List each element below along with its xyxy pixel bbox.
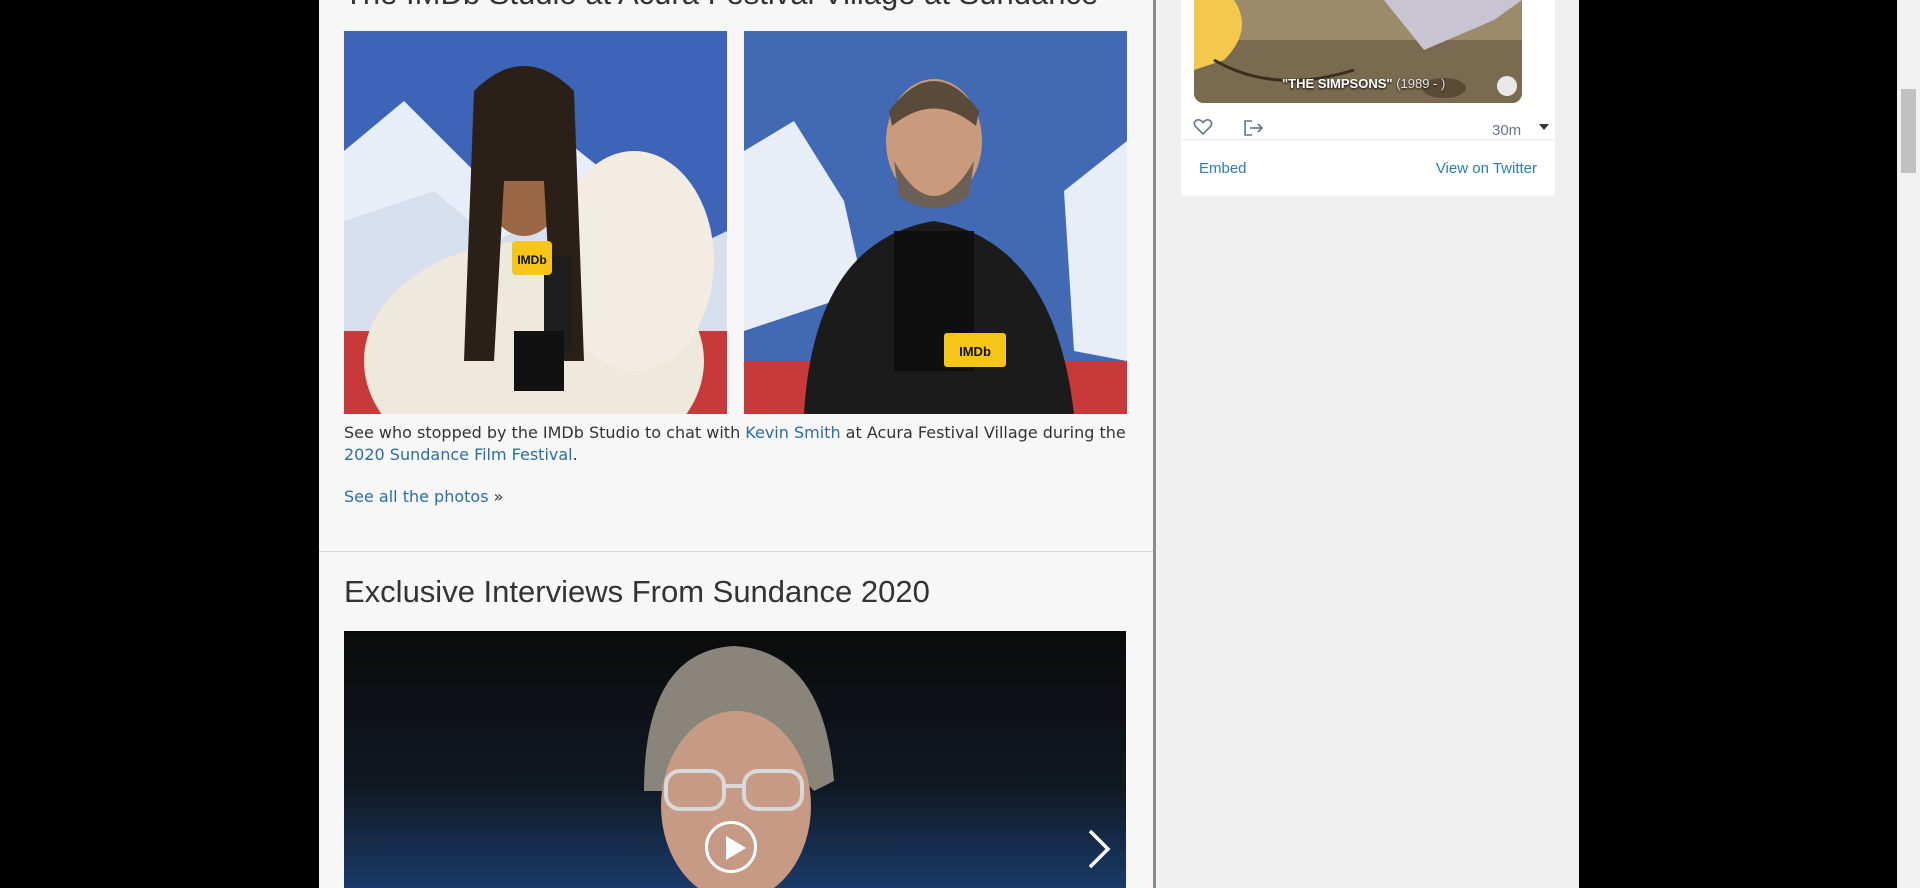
video-player[interactable] xyxy=(344,631,1126,888)
main-column: The IMDb Studio at Acura Festival Villag… xyxy=(319,0,1156,888)
twitter-embed: "THE SIMPSONS" (1989 - ) 30m Embed View … xyxy=(1181,0,1555,196)
tweet-media-title: "THE SIMPSONS" xyxy=(1282,76,1393,91)
heart-icon[interactable] xyxy=(1193,118,1213,140)
photo-tessa[interactable]: IMDb xyxy=(344,31,727,414)
tweet-media[interactable]: "THE SIMPSONS" (1989 - ) xyxy=(1194,0,1522,103)
caption-text-3: . xyxy=(572,445,578,464)
next-arrow-icon[interactable] xyxy=(1084,827,1114,871)
caret-down-icon[interactable] xyxy=(1539,124,1549,130)
tweet-actions: 30m xyxy=(1181,118,1555,140)
page: The IMDb Studio at Acura Festival Villag… xyxy=(319,0,1579,888)
kevin-smith-link[interactable]: Kevin Smith xyxy=(745,423,840,442)
caption-text-1: See who stopped by the IMDb Studio to ch… xyxy=(344,423,746,442)
section-divider xyxy=(319,551,1153,552)
embed-link[interactable]: Embed xyxy=(1199,160,1247,177)
scrollbar-thumb[interactable] xyxy=(1901,89,1916,173)
play-button[interactable] xyxy=(705,821,757,873)
caption-text-2: at Acura Festival Village during the xyxy=(840,423,1126,442)
interviews-title: Exclusive Interviews From Sundance 2020 xyxy=(344,574,930,609)
tweet-timestamp[interactable]: 30m xyxy=(1492,122,1521,139)
see-all-photos: See all the photos » xyxy=(344,486,503,508)
see-all-arrow: » xyxy=(488,487,504,506)
article-title: The IMDb Studio at Acura Festival Villag… xyxy=(344,0,1098,12)
photo-1-mic-label: IMDb xyxy=(517,253,546,267)
photo-1-image: IMDb xyxy=(344,31,727,414)
sundance-festival-link[interactable]: 2020 Sundance Film Festival xyxy=(344,445,573,464)
share-icon[interactable] xyxy=(1243,119,1265,141)
photo-2-mic-label: IMDb xyxy=(959,344,991,359)
network-logo-icon xyxy=(1497,76,1517,96)
tweet-media-caption: "THE SIMPSONS" (1989 - ) xyxy=(1282,76,1445,91)
tweet-media-years: (1989 - ) xyxy=(1392,76,1446,91)
photo-jude[interactable]: IMDb xyxy=(744,31,1127,414)
view-on-twitter-link[interactable]: View on Twitter xyxy=(1436,160,1537,177)
photo-2-image: IMDb xyxy=(744,31,1127,414)
see-all-photos-link[interactable]: See all the photos xyxy=(344,487,489,506)
vertical-scrollbar[interactable] xyxy=(1897,0,1920,888)
photo-caption: See who stopped by the IMDb Studio to ch… xyxy=(344,422,1134,466)
tweet-divider xyxy=(1181,139,1555,140)
